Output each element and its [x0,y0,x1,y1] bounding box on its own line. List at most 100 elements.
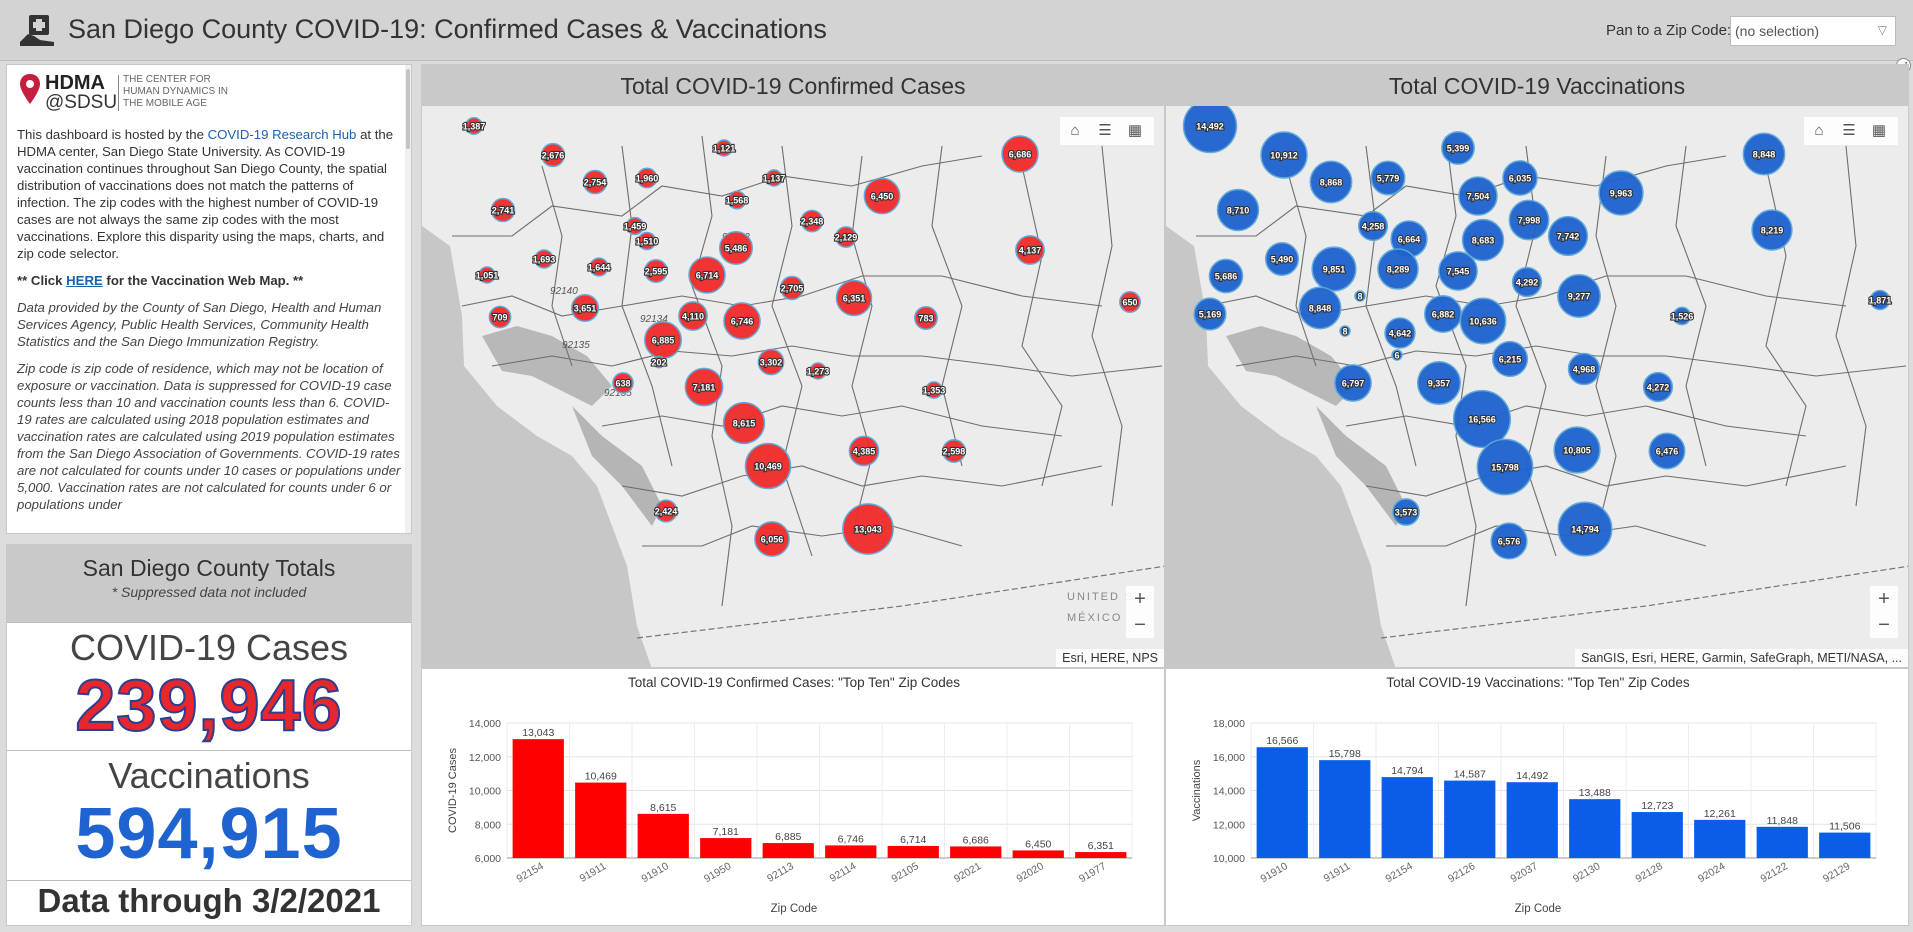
info-scrollbar[interactable] [405,65,411,533]
zip-bubble[interactable]: 3,302 [757,348,785,376]
home-icon[interactable]: ⌂ [1804,117,1834,145]
basemap-gallery-icon[interactable]: ▦ [1120,117,1150,145]
zip-bubble[interactable]: 6,576 [1490,522,1528,560]
cases-map[interactable]: 92182921349213592155921401,387 2,676 1,121… [422,106,1165,668]
zip-bubble[interactable]: 4,110 [678,301,708,331]
zoom-in-icon[interactable]: + [1126,586,1154,612]
zip-bubble[interactable]: 3,573 [1392,498,1420,526]
zip-bubble[interactable]: 709 [488,305,512,329]
zoom-out-icon[interactable]: − [1126,612,1154,638]
bar[interactable] [1756,826,1808,858]
zip-bubble[interactable]: 6,215 [1491,340,1529,378]
research-hub-link[interactable]: COVID-19 Research Hub [208,127,357,142]
home-icon[interactable]: ⌂ [1060,117,1090,145]
zip-bubble[interactable]: 6,450 [863,177,901,215]
zip-bubble[interactable]: 13,043 [842,503,894,555]
zip-bubble[interactable]: 2,741 [491,197,515,223]
zip-bubble[interactable]: 4,292 [1511,266,1543,298]
zip-bubble[interactable]: 6,476 [1648,432,1686,470]
vaccination-web-map-link[interactable]: HERE [66,273,103,288]
zip-bubble[interactable]: 15,798 [1476,438,1534,496]
legend-list-icon[interactable]: ☰ [1090,117,1120,145]
zip-bubble[interactable]: 8 [1339,325,1351,338]
zip-bubble[interactable]: 8,848 [1298,286,1342,330]
zip-bubble[interactable]: 1,960 [635,167,659,189]
zip-bubble[interactable]: 6,686 [1001,135,1039,173]
zip-bubble[interactable]: 2,754 [583,169,607,195]
basemap-gallery-icon[interactable]: ▦ [1864,117,1894,145]
zip-bubble[interactable]: 650 [1119,291,1141,313]
zip-bubble[interactable]: 4,258 [1357,210,1389,242]
zip-bubble[interactable]: 9,357 [1416,360,1462,406]
zip-bubble[interactable]: 2,348 [800,209,824,233]
zip-bubble[interactable]: 9,277 [1557,274,1601,318]
zip-bubble[interactable]: 8,868 [1309,160,1353,204]
zip-bubble[interactable]: 8,289 [1377,248,1419,290]
bar[interactable] [1694,819,1746,858]
zip-bubble[interactable]: 8,710 [1216,188,1260,232]
zip-bubble[interactable]: 3,651 [570,293,600,323]
zip-bubble[interactable]: 6,746 [723,302,761,340]
bar[interactable] [1012,850,1064,858]
zip-bubble[interactable]: 5,686 [1208,258,1244,294]
zip-bubble[interactable]: 638 [612,372,634,394]
zip-bubble[interactable]: 6,885 [643,320,683,360]
zip-bubble[interactable]: 10,805 [1553,426,1601,474]
bar[interactable] [512,739,564,858]
zip-bubble[interactable]: 7,545 [1438,251,1478,291]
zip-bubble[interactable]: 2,424 [654,499,678,523]
bar[interactable] [1819,832,1871,858]
bar[interactable] [762,843,814,858]
zip-bubble[interactable]: 2,705 [780,275,804,301]
zip-bubble[interactable]: 202 [650,355,668,369]
zip-bubble[interactable]: 5,779 [1370,160,1406,196]
zip-bubble[interactable]: 4,642 [1384,317,1416,349]
bar[interactable] [1319,760,1371,858]
zip-bubble[interactable]: 7,504 [1458,176,1498,216]
zip-bubble[interactable]: 2,129 [834,226,858,248]
bar[interactable] [637,813,689,858]
zip-bubble[interactable]: 5,490 [1264,241,1300,277]
zip-bubble[interactable]: 6,056 [754,521,790,557]
zip-bubble[interactable]: 2,595 [644,259,668,283]
zip-bubble[interactable]: 2,598 [942,439,966,463]
zip-bubble[interactable]: 5,169 [1193,297,1227,331]
zip-bubble[interactable]: 8,615 [722,401,766,445]
zip-bubble[interactable]: 10,469 [744,442,792,490]
zip-bubble[interactable]: 6,035 [1502,160,1538,196]
bar[interactable] [700,838,752,858]
zip-bubble[interactable]: 2,676 [541,142,565,168]
zip-bubble[interactable]: 4,137 [1015,235,1045,265]
bar[interactable] [950,846,1002,858]
zip-bubble[interactable]: 4,272 [1642,371,1674,403]
zoom-in-icon[interactable]: + [1870,586,1898,612]
zip-bubble[interactable]: 6 [1391,349,1403,362]
zip-code-selector[interactable]: (no selection) ▽ [1730,16,1896,46]
bar[interactable] [1569,799,1621,858]
zip-bubble[interactable]: 5,399 [1441,131,1475,165]
bar[interactable] [575,782,627,858]
zip-bubble[interactable]: 6,882 [1423,294,1463,334]
zip-bubble[interactable]: 9,851 [1311,246,1357,292]
zip-bubble[interactable]: 783 [914,306,938,330]
bar[interactable] [1506,782,1558,858]
bar[interactable] [1075,852,1127,858]
zip-bubble[interactable]: 8,219 [1751,209,1793,251]
zip-bubble[interactable]: 7,998 [1508,199,1550,241]
zip-bubble[interactable]: 5,486 [718,230,754,266]
zip-bubble[interactable]: 14,794 [1557,501,1613,557]
zip-bubble[interactable]: 8 [1354,290,1366,303]
zip-bubble[interactable]: 7,181 [684,367,724,407]
bar[interactable] [1256,747,1308,858]
vaccinations-map[interactable]: 9213514,492 10,912 5,399 8,848 8,868 5,779 6,0… [1166,106,1909,668]
zip-bubble[interactable]: 8,848 [1742,132,1786,176]
zip-bubble[interactable]: 14,492 [1182,106,1238,154]
zip-bubble[interactable]: 6,714 [688,256,726,294]
zip-bubble[interactable]: 4,968 [1567,352,1601,386]
bar[interactable] [1631,812,1683,858]
zip-bubble[interactable]: 6,797 [1334,364,1372,402]
bar[interactable] [825,845,877,858]
zip-bubble[interactable]: 10,912 [1260,131,1308,179]
bar[interactable] [887,845,939,858]
zip-bubble[interactable]: 7,742 [1547,215,1589,257]
